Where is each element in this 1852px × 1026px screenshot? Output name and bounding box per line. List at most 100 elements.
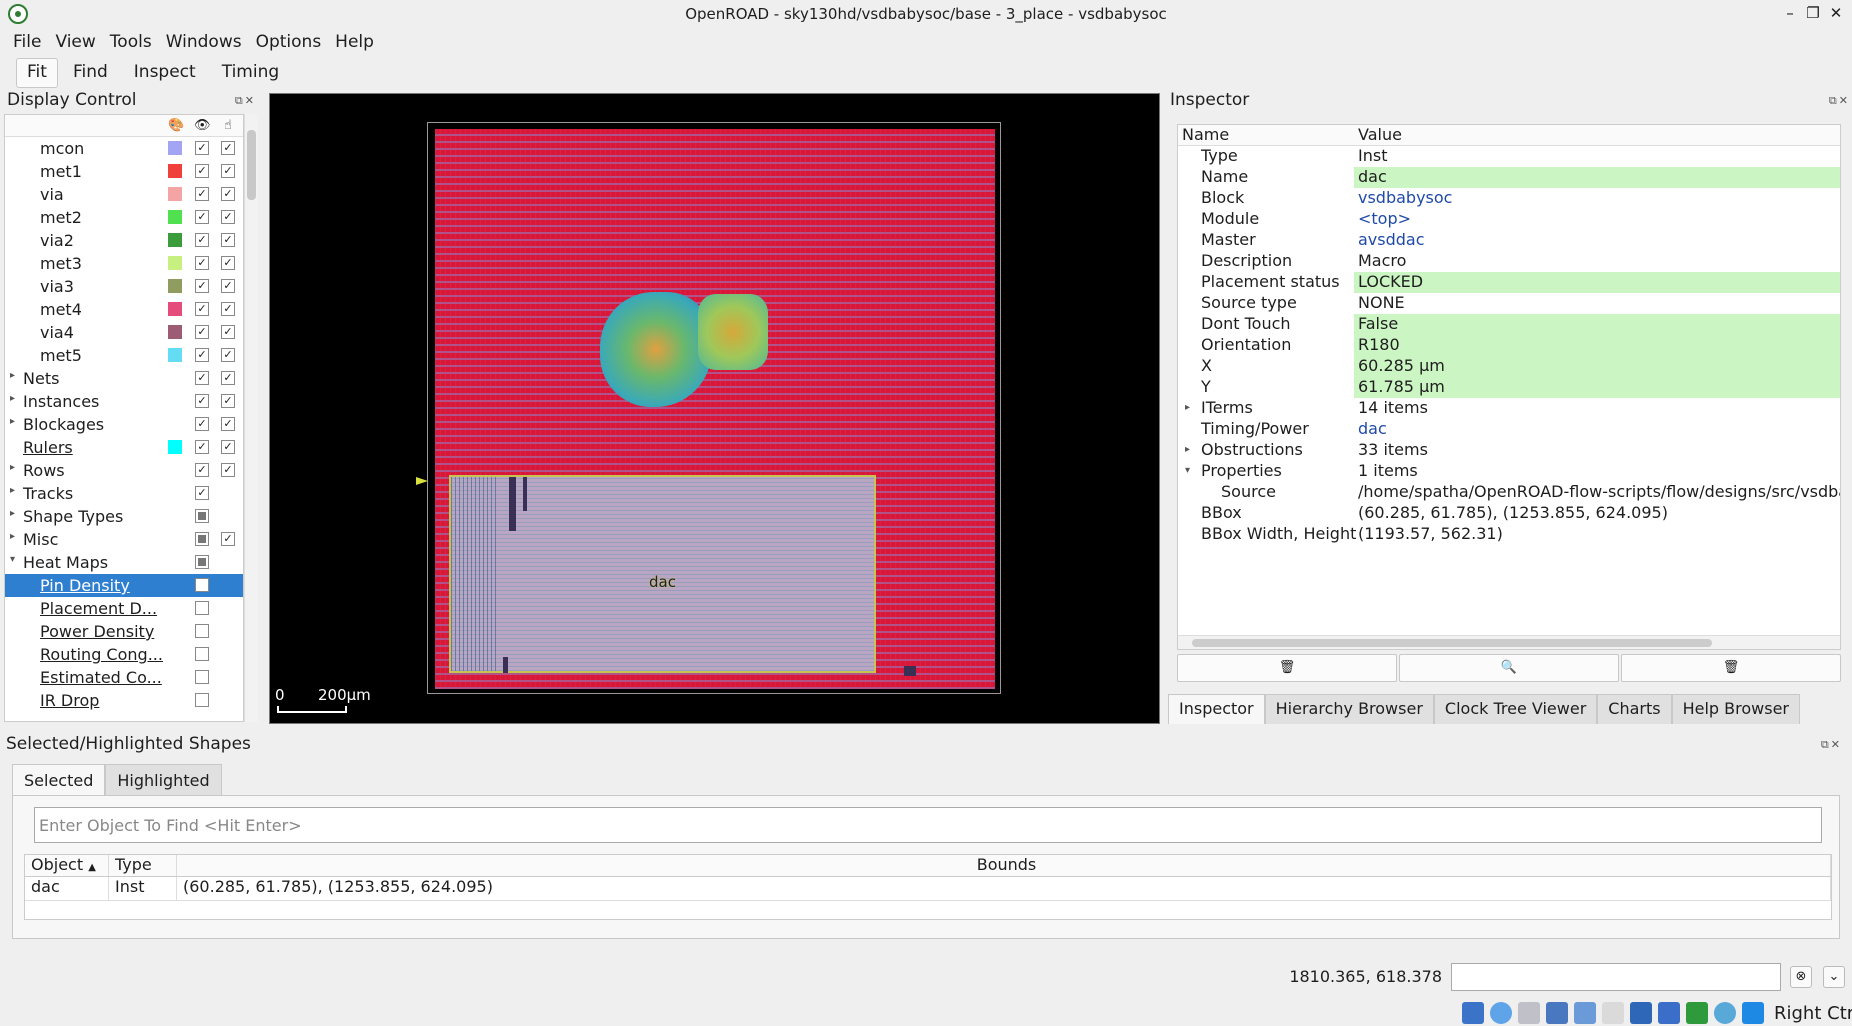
visible-checkbox[interactable] xyxy=(195,624,209,638)
color-swatch[interactable] xyxy=(168,256,182,270)
expand-button[interactable]: ⌄ xyxy=(1823,966,1845,988)
display-icon[interactable] xyxy=(1630,1002,1652,1024)
menu-tools[interactable]: Tools xyxy=(103,28,159,56)
visible-checkbox[interactable]: ✓ xyxy=(195,325,209,339)
tree-item-pin-density[interactable]: Pin Density ✓ xyxy=(5,574,243,597)
inspector-row[interactable]: Dont Touch False xyxy=(1178,314,1840,335)
download-icon[interactable] xyxy=(1742,1002,1764,1024)
tab-hierarchy-browser[interactable]: Hierarchy Browser xyxy=(1264,694,1434,724)
expand-arrow-right-icon[interactable]: ▸ xyxy=(10,416,15,427)
tree-item-routing-cong[interactable]: Routing Cong... xyxy=(5,643,243,666)
inspector-row[interactable]: Name dac xyxy=(1178,167,1840,188)
tree-item-shape-types[interactable]: ▸ Shape Types xyxy=(5,505,243,528)
selectable-checkbox[interactable]: ✓ xyxy=(221,187,235,201)
tree-item-via[interactable]: via ✓ ✓ xyxy=(5,183,243,206)
restore-button[interactable]: ❐ xyxy=(1802,4,1824,22)
folder-icon[interactable] xyxy=(1602,1002,1624,1024)
visible-checkbox[interactable]: ✓ xyxy=(195,348,209,362)
windows-icon[interactable] xyxy=(1658,1002,1680,1024)
inspector-row[interactable]: Placement status LOCKED xyxy=(1178,272,1840,293)
visible-checkbox[interactable]: ✓ xyxy=(195,463,209,477)
visible-checkbox[interactable] xyxy=(195,555,209,569)
selectable-checkbox[interactable]: ✓ xyxy=(221,233,235,247)
visible-checkbox[interactable] xyxy=(195,670,209,684)
inspector-row[interactable]: Master avsddac xyxy=(1178,230,1840,251)
globe-icon[interactable] xyxy=(1714,1002,1736,1024)
menu-file[interactable]: File xyxy=(6,28,48,56)
col-value-header[interactable]: Value xyxy=(1354,125,1402,145)
col-type-header[interactable]: Type xyxy=(109,855,177,876)
delete-button[interactable]: 🗑 xyxy=(1177,654,1397,682)
inspector-row[interactable]: Block vsdbabysoc xyxy=(1178,188,1840,209)
visible-checkbox[interactable]: ✓ xyxy=(195,187,209,201)
inspector-dock-buttons[interactable]: ⧉✕ xyxy=(1829,94,1850,108)
selectable-checkbox[interactable]: ✓ xyxy=(221,164,235,178)
placed-cells-cluster-2[interactable] xyxy=(698,294,768,370)
visible-checkbox[interactable]: ✓ xyxy=(195,141,209,155)
selectable-checkbox[interactable]: ✓ xyxy=(221,371,235,385)
zoom-to-button[interactable]: 🔍 xyxy=(1399,654,1619,682)
selectable-checkbox[interactable]: ✓ xyxy=(221,394,235,408)
expand-arrow-right-icon[interactable]: ▸ xyxy=(10,508,15,519)
menu-options[interactable]: Options xyxy=(249,28,329,56)
inspector-row[interactable]: BBox (60.285, 61.785), (1253.855, 624.095… xyxy=(1178,503,1840,524)
selectable-checkbox[interactable]: ✓ xyxy=(221,279,235,293)
table-row[interactable]: dac Inst (60.285, 61.785), (1253.855, 62… xyxy=(25,877,1831,901)
inspector-row[interactable]: ▸ ITerms 14 items xyxy=(1178,398,1840,419)
color-swatch[interactable] xyxy=(168,325,182,339)
tree-scrollbar[interactable] xyxy=(244,114,258,722)
inspector-row[interactable]: X 60.285 μm xyxy=(1178,356,1840,377)
selectable-checkbox[interactable]: ✓ xyxy=(221,302,235,316)
menu-view[interactable]: View xyxy=(48,28,102,56)
menu-help[interactable]: Help xyxy=(328,28,381,56)
property-value[interactable]: avsddac xyxy=(1354,230,1840,251)
property-value[interactable]: dac xyxy=(1354,419,1840,440)
selectable-checkbox[interactable]: ✓ xyxy=(221,440,235,454)
tree-item-estimated-co[interactable]: Estimated Co... xyxy=(5,666,243,689)
color-swatch[interactable] xyxy=(168,210,182,224)
expand-arrow-down-icon[interactable]: ▾ xyxy=(1185,465,1190,476)
inspector-row[interactable]: Y 61.785 μm xyxy=(1178,377,1840,398)
tree-item-placement-d[interactable]: Placement D... xyxy=(5,597,243,620)
selectable-checkbox[interactable]: ✓ xyxy=(221,348,235,362)
usb-icon[interactable] xyxy=(1518,1002,1540,1024)
tree-item-met5[interactable]: met5 ✓ ✓ xyxy=(5,344,243,367)
inspect-button[interactable]: Inspect xyxy=(123,58,207,88)
visible-checkbox[interactable]: ✓ xyxy=(195,279,209,293)
selectable-checkbox[interactable]: ✓ xyxy=(221,532,235,546)
inspector-row[interactable]: Description Macro xyxy=(1178,251,1840,272)
visible-checkbox[interactable] xyxy=(195,601,209,615)
color-swatch[interactable] xyxy=(168,164,182,178)
clear-button[interactable]: ⊗ xyxy=(1790,966,1812,988)
visible-checkbox[interactable] xyxy=(195,532,209,546)
color-swatch[interactable] xyxy=(168,187,182,201)
color-swatch[interactable] xyxy=(168,440,182,454)
layout-viewer[interactable]: dac 0 200μm xyxy=(269,93,1160,724)
visible-checkbox[interactable] xyxy=(195,509,209,523)
expand-arrow-right-icon[interactable]: ▸ xyxy=(1185,402,1190,413)
dac-macro[interactable]: dac xyxy=(449,475,876,673)
fit-button[interactable]: Fit xyxy=(16,58,58,88)
menu-windows[interactable]: Windows xyxy=(159,28,249,56)
timing-button[interactable]: Timing xyxy=(211,58,290,88)
placed-cells-cluster[interactable] xyxy=(600,292,712,407)
color-swatch[interactable] xyxy=(168,233,182,247)
network-icon[interactable] xyxy=(1546,1002,1568,1024)
tree-item-met1[interactable]: met1 ✓ ✓ xyxy=(5,160,243,183)
tree-item-via4[interactable]: via4 ✓ ✓ xyxy=(5,321,243,344)
tree-item-tracks[interactable]: ▸ Tracks ✓ xyxy=(5,482,243,505)
selected-dock-buttons[interactable]: ⧉✕ xyxy=(1821,738,1842,752)
color-swatch[interactable] xyxy=(168,279,182,293)
visible-checkbox[interactable] xyxy=(195,693,209,707)
selectable-checkbox[interactable]: ✓ xyxy=(221,463,235,477)
expand-arrow-down-icon[interactable]: ▾ xyxy=(10,554,15,565)
col-object-header[interactable]: Object ▲ xyxy=(25,855,109,876)
inspector-row[interactable]: ▸ Obstructions 33 items xyxy=(1178,440,1840,461)
expand-arrow-right-icon[interactable]: ▸ xyxy=(10,370,15,381)
visible-checkbox[interactable]: ✓ xyxy=(195,164,209,178)
remove-button[interactable]: 🗑 xyxy=(1621,654,1841,682)
tree-item-blockages[interactable]: ▸ Blockages ✓ ✓ xyxy=(5,413,243,436)
visible-checkbox[interactable]: ✓ xyxy=(195,486,209,500)
visible-checkbox[interactable]: ✓ xyxy=(195,394,209,408)
tree-item-instances[interactable]: ▸ Instances ✓ ✓ xyxy=(5,390,243,413)
